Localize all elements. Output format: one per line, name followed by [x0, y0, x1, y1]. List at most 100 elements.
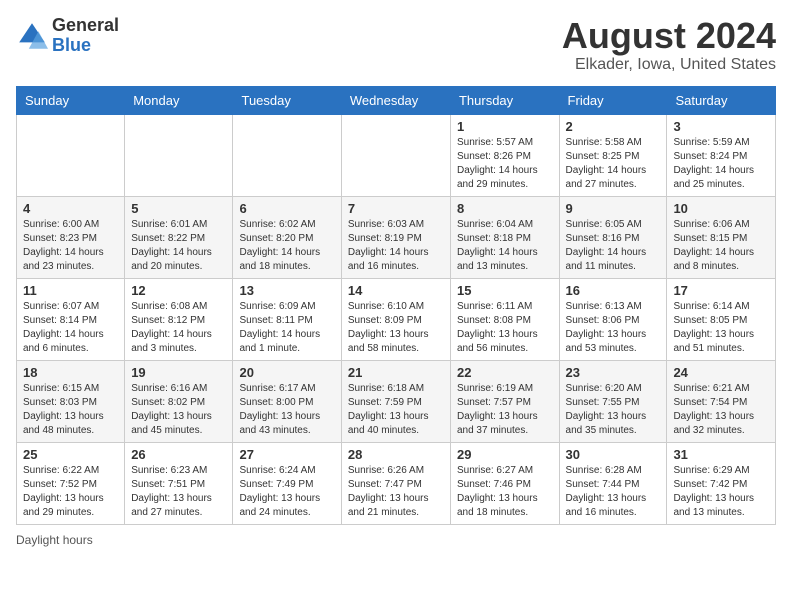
day-number: 21	[348, 365, 444, 380]
calendar-cell: 16 Sunrise: 6:13 AM Sunset: 8:06 PM Dayli…	[559, 278, 667, 360]
day-number: 27	[239, 447, 334, 462]
day-info: Sunrise: 6:07 AM Sunset: 8:14 PM Dayligh…	[23, 300, 118, 356]
calendar-cell	[233, 114, 341, 196]
calendar-cell: 1 Sunrise: 5:57 AM Sunset: 8:26 PM Daylig…	[450, 114, 559, 196]
day-info: Sunrise: 5:59 AM Sunset: 8:24 PM Dayligh…	[673, 136, 769, 192]
column-header-friday: Friday	[559, 86, 667, 114]
day-info: Sunrise: 6:21 AM Sunset: 7:54 PM Dayligh…	[673, 382, 769, 438]
location: Elkader, Iowa, United States	[562, 56, 776, 74]
footer-note: Daylight hours	[16, 533, 776, 547]
day-info: Sunrise: 6:11 AM Sunset: 8:08 PM Dayligh…	[457, 300, 553, 356]
calendar-cell: 17Sunrise: 6:14 AM Sunset: 8:05 PM Dayli…	[667, 278, 776, 360]
calendar-cell: 30Sunrise: 6:28 AM Sunset: 7:44 PM Dayli…	[559, 442, 667, 524]
day-number: 9	[566, 201, 661, 216]
day-number: 24	[673, 365, 769, 380]
day-info: Sunrise: 6:23 AM Sunset: 7:51 PM Dayligh…	[131, 464, 226, 520]
day-number: 16	[566, 283, 661, 298]
day-number: 1	[457, 119, 553, 134]
calendar-cell: 13 Sunrise: 6:09 AM Sunset: 8:11 PM Dayli…	[233, 278, 341, 360]
calendar-cell	[17, 114, 125, 196]
daylight-hours-label: Daylight hours	[16, 533, 93, 547]
day-number: 20	[239, 365, 334, 380]
calendar-cell: 20 Sunrise: 6:17 AM Sunset: 8:00 PM Dayli…	[233, 360, 341, 442]
calendar-cell: 27 Sunrise: 6:24 AM Sunset: 7:49 PM Dayli…	[233, 442, 341, 524]
day-number: 31	[673, 447, 769, 462]
calendar-cell	[341, 114, 450, 196]
calendar-cell: 31 Sunrise: 6:29 AM Sunset: 7:42 PM Dayli…	[667, 442, 776, 524]
calendar-cell: 10Sunrise: 6:06 AM Sunset: 8:15 PM Dayli…	[667, 196, 776, 278]
column-header-thursday: Thursday	[450, 86, 559, 114]
day-info: Sunrise: 5:58 AM Sunset: 8:25 PM Dayligh…	[566, 136, 661, 192]
calendar-cell: 18Sunrise: 6:15 AM Sunset: 8:03 PM Dayli…	[17, 360, 125, 442]
day-info: Sunrise: 6:16 AM Sunset: 8:02 PM Dayligh…	[131, 382, 226, 438]
day-number: 18	[23, 365, 118, 380]
day-info: Sunrise: 6:03 AM Sunset: 8:19 PM Dayligh…	[348, 218, 444, 274]
column-header-wednesday: Wednesday	[341, 86, 450, 114]
day-info: Sunrise: 6:00 AM Sunset: 8:23 PM Dayligh…	[23, 218, 118, 274]
calendar-cell: 25 Sunrise: 6:22 AM Sunset: 7:52 PM Dayli…	[17, 442, 125, 524]
calendar-cell	[125, 114, 233, 196]
day-info: Sunrise: 6:01 AM Sunset: 8:22 PM Dayligh…	[131, 218, 226, 274]
calendar-cell: 6 Sunrise: 6:02 AM Sunset: 8:20 PM Daylig…	[233, 196, 341, 278]
calendar-week-4: 18Sunrise: 6:15 AM Sunset: 8:03 PM Dayli…	[17, 360, 776, 442]
column-header-saturday: Saturday	[667, 86, 776, 114]
day-number: 17	[673, 283, 769, 298]
day-number: 30	[566, 447, 661, 462]
day-number: 23	[566, 365, 661, 380]
title-block: August 2024 Elkader, Iowa, United States	[562, 16, 776, 74]
day-info: Sunrise: 6:05 AM Sunset: 8:16 PM Dayligh…	[566, 218, 661, 274]
day-number: 2	[566, 119, 661, 134]
day-number: 22	[457, 365, 553, 380]
day-number: 6	[239, 201, 334, 216]
page-header: General Blue August 2024 Elkader, Iowa, …	[16, 16, 776, 74]
calendar-cell: 3 Sunrise: 5:59 AM Sunset: 8:24 PM Daylig…	[667, 114, 776, 196]
day-number: 8	[457, 201, 553, 216]
day-number: 15	[457, 283, 553, 298]
calendar-week-3: 11 Sunrise: 6:07 AM Sunset: 8:14 PM Dayli…	[17, 278, 776, 360]
day-number: 28	[348, 447, 444, 462]
column-header-sunday: Sunday	[17, 86, 125, 114]
day-number: 3	[673, 119, 769, 134]
calendar-cell: 26 Sunrise: 6:23 AM Sunset: 7:51 PM Dayli…	[125, 442, 233, 524]
day-info: Sunrise: 6:08 AM Sunset: 8:12 PM Dayligh…	[131, 300, 226, 356]
day-number: 7	[348, 201, 444, 216]
day-number: 11	[23, 283, 118, 298]
calendar-cell: 7 Sunrise: 6:03 AM Sunset: 8:19 PM Daylig…	[341, 196, 450, 278]
day-info: Sunrise: 6:22 AM Sunset: 7:52 PM Dayligh…	[23, 464, 118, 520]
day-info: Sunrise: 6:26 AM Sunset: 7:47 PM Dayligh…	[348, 464, 444, 520]
logo-icon	[16, 20, 48, 52]
calendar-cell: 29Sunrise: 6:27 AM Sunset: 7:46 PM Dayli…	[450, 442, 559, 524]
calendar-cell: 19 Sunrise: 6:16 AM Sunset: 8:02 PM Dayli…	[125, 360, 233, 442]
day-number: 10	[673, 201, 769, 216]
logo: General Blue	[16, 16, 119, 56]
month-year: August 2024	[562, 16, 776, 56]
column-header-monday: Monday	[125, 86, 233, 114]
calendar-cell: 12Sunrise: 6:08 AM Sunset: 8:12 PM Dayli…	[125, 278, 233, 360]
day-number: 14	[348, 283, 444, 298]
day-number: 19	[131, 365, 226, 380]
day-info: Sunrise: 6:24 AM Sunset: 7:49 PM Dayligh…	[239, 464, 334, 520]
calendar-cell: 8 Sunrise: 6:04 AM Sunset: 8:18 PM Daylig…	[450, 196, 559, 278]
day-number: 26	[131, 447, 226, 462]
day-info: Sunrise: 6:17 AM Sunset: 8:00 PM Dayligh…	[239, 382, 334, 438]
day-info: Sunrise: 6:29 AM Sunset: 7:42 PM Dayligh…	[673, 464, 769, 520]
logo-text: General Blue	[52, 16, 119, 56]
day-info: Sunrise: 6:09 AM Sunset: 8:11 PM Dayligh…	[239, 300, 334, 356]
day-number: 5	[131, 201, 226, 216]
calendar-cell: 9 Sunrise: 6:05 AM Sunset: 8:16 PM Daylig…	[559, 196, 667, 278]
calendar-header-row: SundayMondayTuesdayWednesdayThursdayFrid…	[17, 86, 776, 114]
calendar-week-1: 1 Sunrise: 5:57 AM Sunset: 8:26 PM Daylig…	[17, 114, 776, 196]
day-info: Sunrise: 6:04 AM Sunset: 8:18 PM Dayligh…	[457, 218, 553, 274]
day-number: 25	[23, 447, 118, 462]
logo-general: General	[52, 16, 119, 36]
day-info: Sunrise: 6:02 AM Sunset: 8:20 PM Dayligh…	[239, 218, 334, 274]
day-info: Sunrise: 6:18 AM Sunset: 7:59 PM Dayligh…	[348, 382, 444, 438]
day-number: 13	[239, 283, 334, 298]
day-info: Sunrise: 5:57 AM Sunset: 8:26 PM Dayligh…	[457, 136, 553, 192]
calendar-week-2: 4Sunrise: 6:00 AM Sunset: 8:23 PM Daylig…	[17, 196, 776, 278]
calendar-cell: 14Sunrise: 6:10 AM Sunset: 8:09 PM Dayli…	[341, 278, 450, 360]
day-info: Sunrise: 6:13 AM Sunset: 8:06 PM Dayligh…	[566, 300, 661, 356]
calendar-cell: 24 Sunrise: 6:21 AM Sunset: 7:54 PM Dayli…	[667, 360, 776, 442]
column-header-tuesday: Tuesday	[233, 86, 341, 114]
calendar-cell: 5 Sunrise: 6:01 AM Sunset: 8:22 PM Daylig…	[125, 196, 233, 278]
